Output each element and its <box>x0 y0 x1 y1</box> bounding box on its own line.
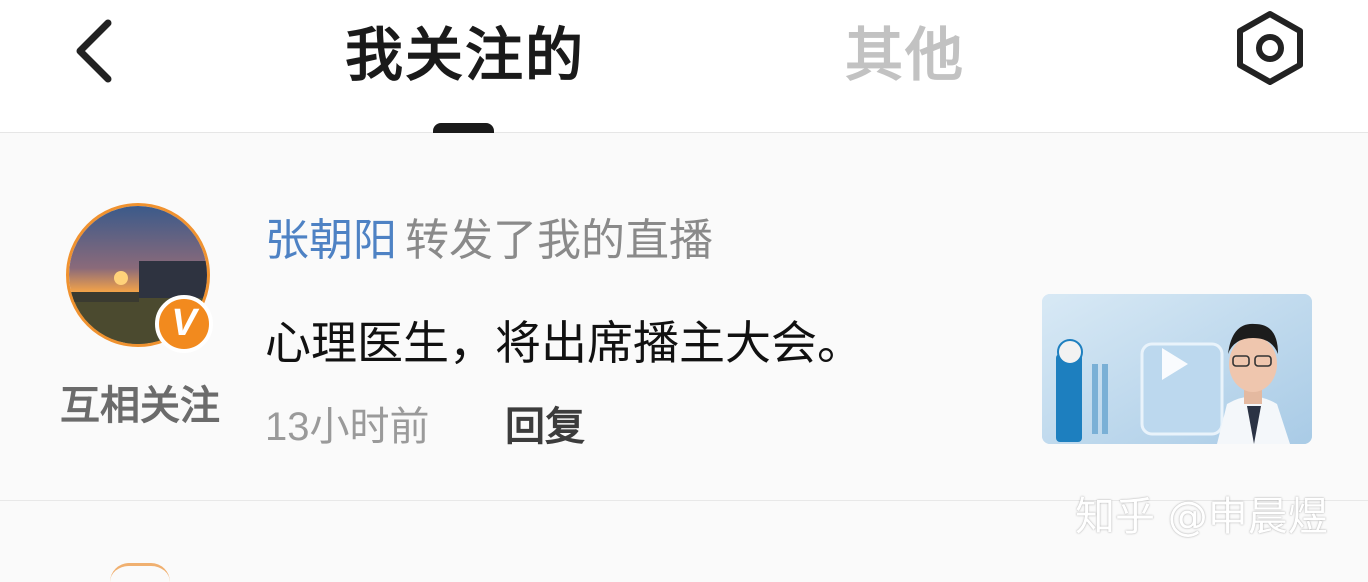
top-nav-bar: 我关注的 其他 <box>0 0 1368 133</box>
back-button[interactable] <box>70 18 120 84</box>
notification-headline: 张朝阳 转发了我的直播 <box>265 213 965 269</box>
chevron-left-icon <box>76 19 112 83</box>
active-tab-indicator <box>433 123 494 133</box>
play-icon <box>1162 348 1188 380</box>
reply-button[interactable]: 回复 <box>505 399 585 455</box>
notification-message: 心理医生，将出席播主大会。 <box>265 316 863 370</box>
tab-other[interactable]: 其他 <box>845 20 975 90</box>
live-video-thumbnail[interactable] <box>1042 294 1312 444</box>
next-item-avatar-edge <box>110 563 170 582</box>
timestamp: 13小时前 <box>265 405 430 449</box>
tab-following[interactable]: 我关注的 <box>345 20 585 90</box>
user-name-link[interactable]: 张朝阳 <box>265 215 397 266</box>
action-text: 转发了我的直播 <box>405 215 713 266</box>
watermark: 知乎 @申晨煜 <box>1075 494 1328 540</box>
settings-button[interactable] <box>1230 8 1310 88</box>
hexagon-settings-icon <box>1237 11 1303 85</box>
mutual-follow-label: 互相关注 <box>60 383 220 429</box>
notification-meta: 13小时前 回复 <box>265 399 765 455</box>
verified-badge: V <box>155 295 213 353</box>
notification-item[interactable]: V 互相关注 张朝阳 转发了我的直播 心理医生，将出席播主大会。 13小时前 回复 <box>0 133 1368 501</box>
